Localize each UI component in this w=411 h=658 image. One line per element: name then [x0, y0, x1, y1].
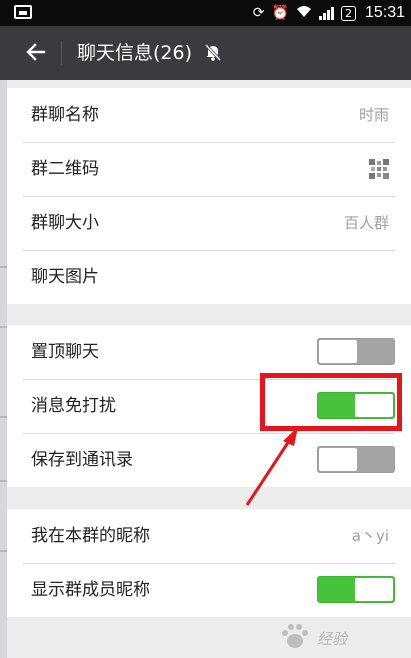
- gallery-notification-icon: [14, 5, 32, 19]
- row-group-qr[interactable]: 群二维码: [7, 142, 411, 196]
- group-info-section: 群聊名称 时雨 群二维码 群聊大小 百人群 聊天图片: [7, 88, 411, 304]
- row-chat-images[interactable]: 聊天图片: [7, 250, 411, 304]
- app-header: 聊天信息(26): [0, 26, 411, 80]
- paw-logo-icon: [282, 624, 308, 648]
- page-title: 聊天信息(26): [77, 42, 193, 64]
- row-label: 群二维码: [31, 159, 99, 179]
- signal-icon: [318, 6, 334, 20]
- row-pin-chat[interactable]: 置顶聊天: [7, 325, 411, 379]
- arrow-left-icon[interactable]: [24, 40, 48, 64]
- row-label: 群聊名称: [31, 105, 99, 125]
- row-value: 时雨: [358, 106, 389, 124]
- row-show-member-nicknames[interactable]: 显示群成员昵称: [7, 563, 411, 617]
- row-label: 我在本群的昵称: [31, 526, 150, 546]
- baidu-jingyan-watermark: 经验: [277, 622, 397, 654]
- row-label: 显示群成员昵称: [31, 580, 150, 600]
- alarm-icon: ⏰: [271, 5, 289, 21]
- save-to-contacts-toggle[interactable]: [317, 446, 395, 473]
- qr-code-icon: [369, 159, 389, 179]
- pin-chat-toggle[interactable]: [317, 338, 395, 365]
- row-label: 保存到通讯录: [31, 450, 133, 470]
- show-member-nicknames-toggle[interactable]: [317, 576, 395, 603]
- nickname-section: 我在本群的昵称 a丶yi 显示群成员昵称: [7, 509, 411, 617]
- watermark-text: 经验: [317, 631, 348, 648]
- row-label: 消息免打扰: [31, 396, 116, 416]
- row-my-nickname[interactable]: 我在本群的昵称 a丶yi: [7, 509, 411, 563]
- background-page-edge: [0, 80, 7, 658]
- row-label: 置顶聊天: [31, 342, 99, 362]
- battery-icon: 2: [340, 5, 356, 21]
- row-save-to-contacts[interactable]: 保存到通讯录: [7, 433, 411, 487]
- header-divider: [61, 41, 62, 65]
- row-value: a丶yi: [351, 527, 389, 545]
- status-icons: ⟳ ⏰ 2 15:31: [253, 3, 405, 23]
- chat-info-list: 群聊名称 时雨 群二维码 群聊大小 百人群 聊天图片 置顶聊天 消息免打扰 保存…: [7, 80, 411, 658]
- wifi-icon: [296, 5, 312, 22]
- bell-muted-icon: [204, 43, 222, 62]
- row-label: 群聊大小: [31, 213, 99, 233]
- row-label: 聊天图片: [31, 267, 99, 287]
- clock: 15:31: [364, 4, 405, 21]
- row-value: 百人群: [343, 214, 389, 232]
- status-bar: ⟳ ⏰ 2 15:31: [0, 0, 411, 26]
- annotation-highlight-box: [260, 373, 402, 431]
- sync-icon: ⟳: [252, 5, 265, 21]
- row-group-name[interactable]: 群聊名称 时雨: [7, 88, 411, 142]
- row-group-size[interactable]: 群聊大小 百人群: [7, 196, 411, 250]
